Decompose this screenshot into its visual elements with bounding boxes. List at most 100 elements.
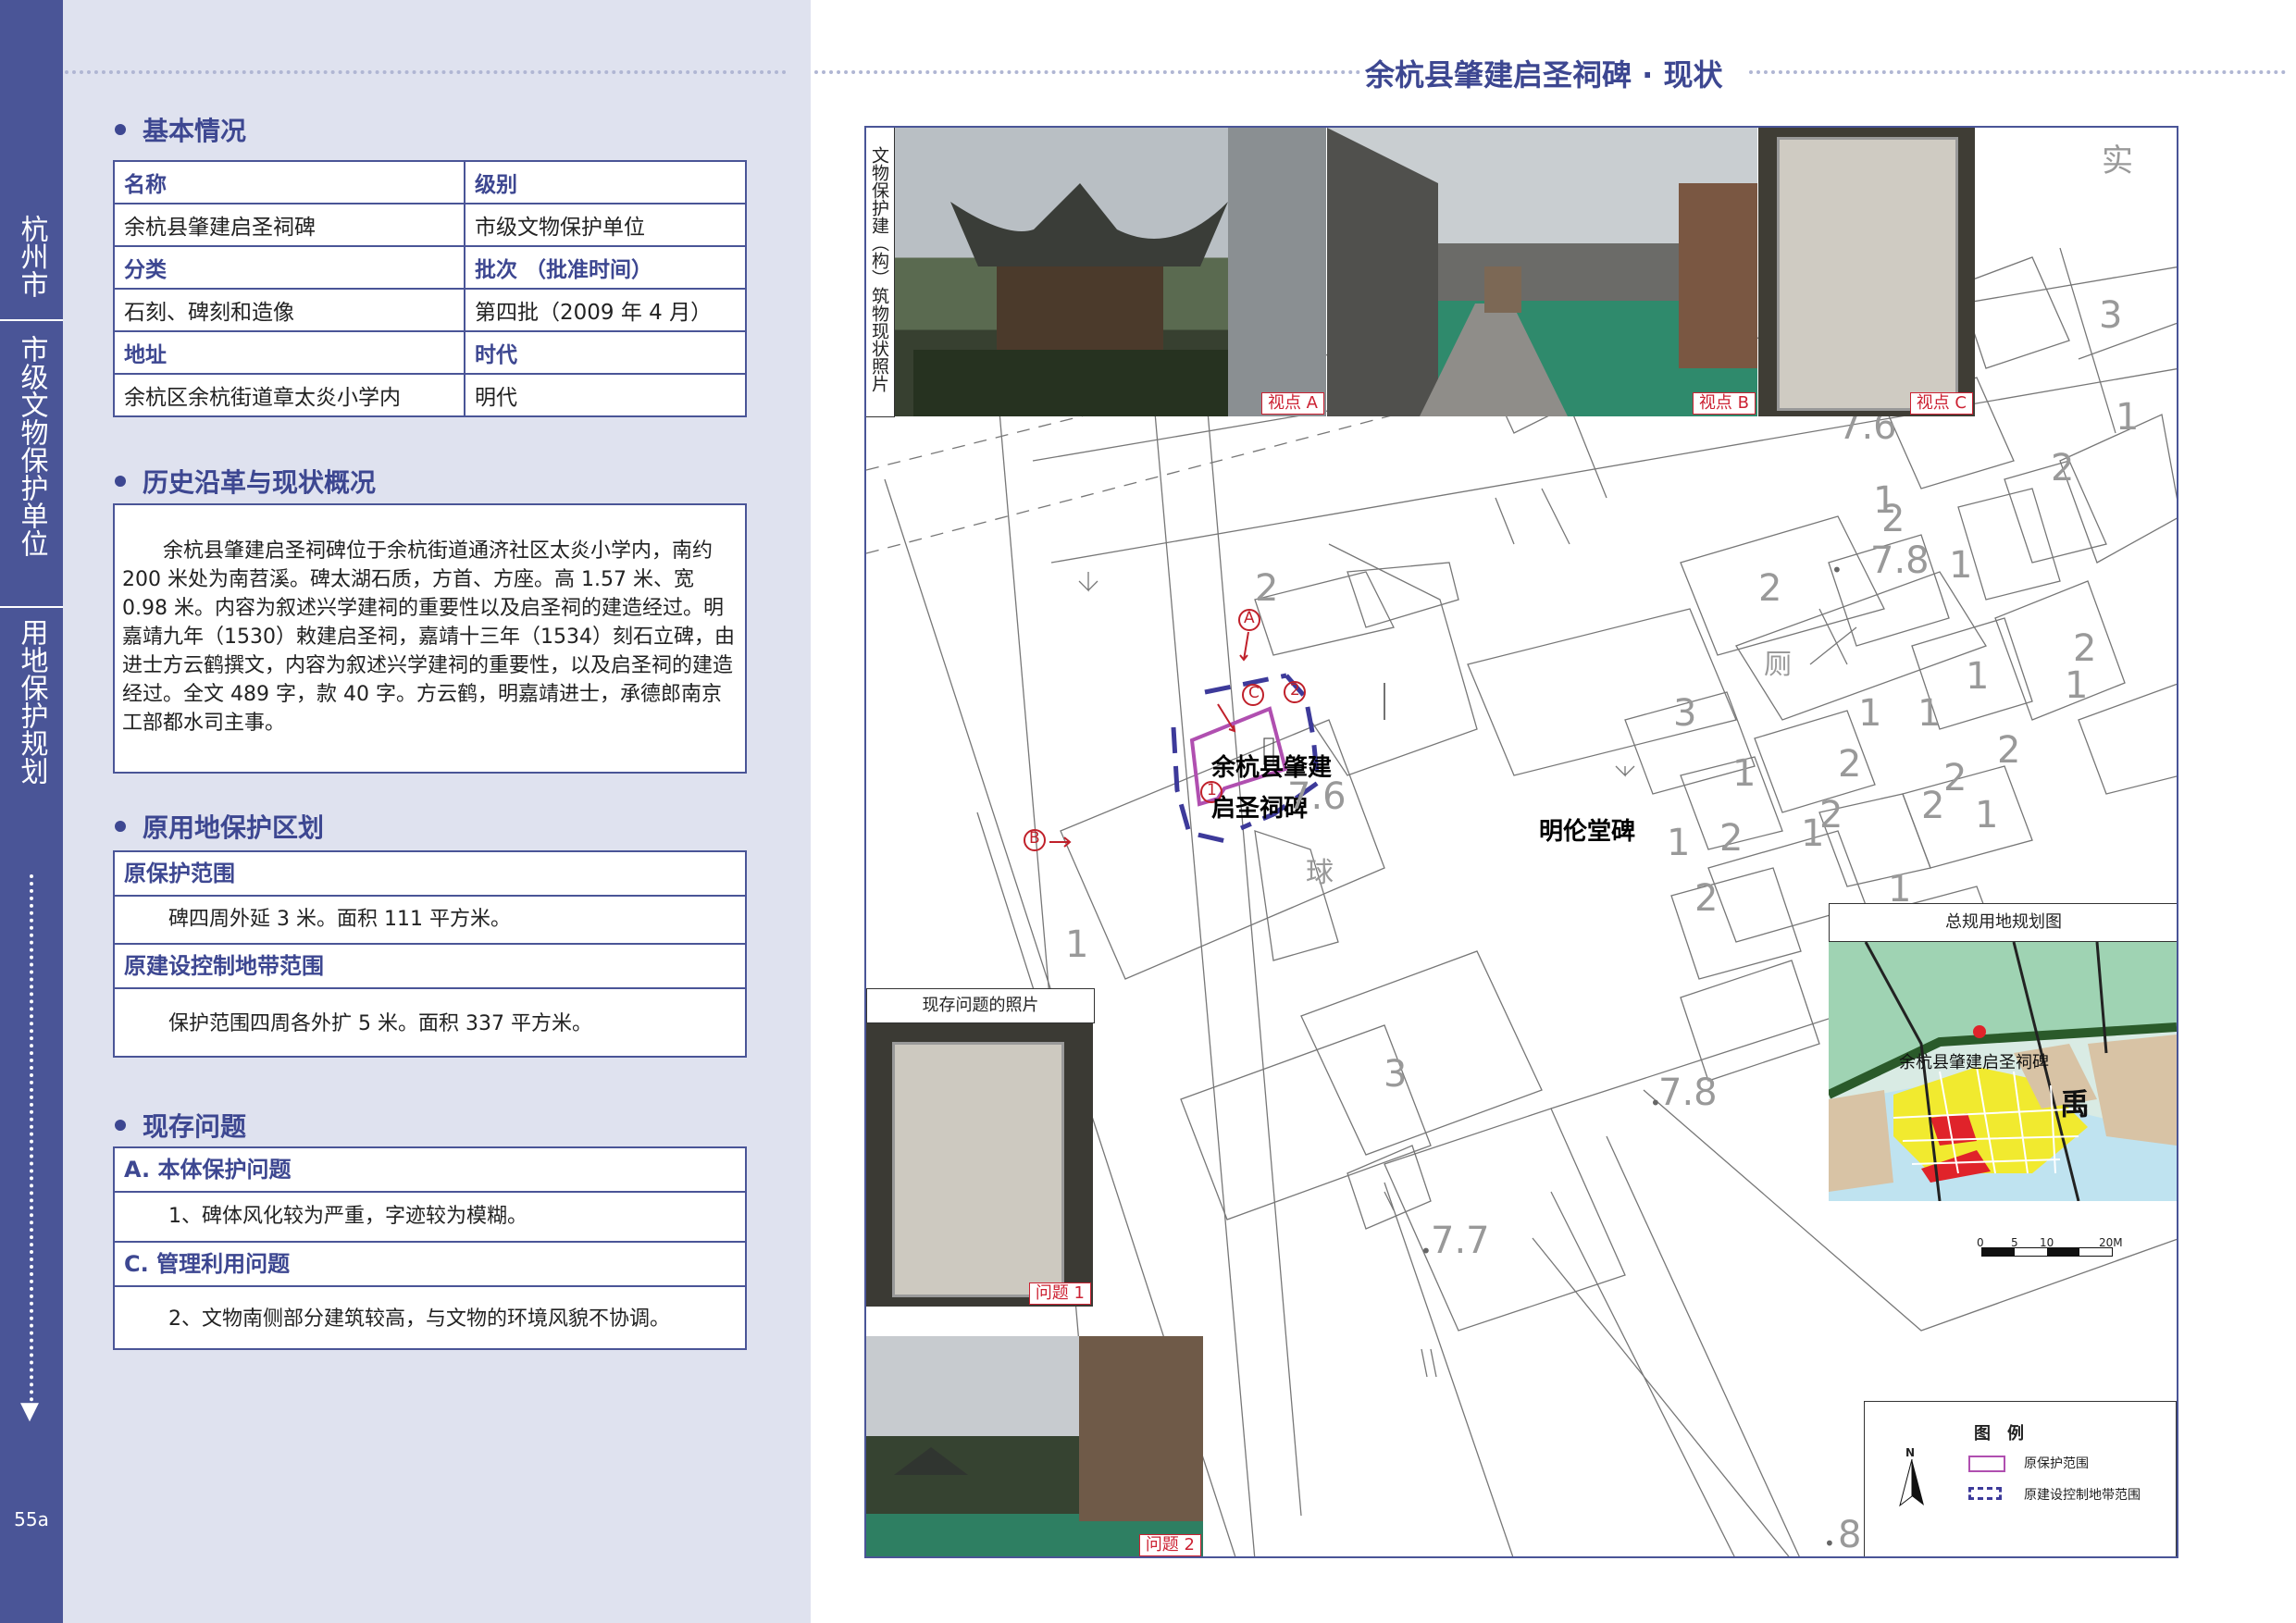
floor-count: 2 [1694,877,1719,920]
legend-protect-label: 原保护范围 [2024,1456,2089,1471]
bullet-icon [115,124,126,135]
control-zone-title: 原建设控制地带范围 [115,945,745,989]
sidebar-chapter[interactable]: 用地保护规划 [0,618,63,792]
elevation-dot: • [1421,1240,1432,1262]
table-row: 余杭县肇建启圣祠碑 市级文物保护单位 [113,203,747,247]
table-header-cell: 级别 [464,160,747,204]
table-row: 名称 级别 [113,160,747,204]
issue-a-text: 1、碑体风化较为严重，字迹较为模糊。 [115,1193,745,1243]
viewpoint-photo-a[interactable]: 视点 A [895,128,1326,416]
floor-count: 3 [2099,294,2123,337]
issue-tag-1: 问题 1 [1028,1282,1091,1305]
floor-count: 2 [1758,567,1782,610]
issue-tag-2: 问题 2 [1138,1534,1201,1556]
floor-count: 1 [2116,396,2140,439]
table-cell: 第四批（2009 年 4 月） [464,288,747,332]
floor-count: 1 [1873,479,1897,522]
stele-photo-drawing [892,1042,1064,1297]
table-row: 地址 时代 [113,330,747,375]
schoolyard-photo-drawing [1327,128,1757,416]
table-cell: 市级文物保护单位 [464,203,747,247]
bullet-icon [115,1120,126,1131]
stele-photo-drawing [1777,137,1958,411]
viewpoint-photo-c[interactable]: 视点 C [1758,128,1975,416]
elevation-label: 7.8 [1658,1072,1718,1114]
viewpoint-tag-c: 视点 C [1909,392,1973,415]
elevation-label: 8 [1838,1514,1862,1556]
photo-strip-label: 文物保护建（构）筑物现状照片 [866,128,895,417]
table-header-cell: 批次 （批准时间） [464,245,747,290]
floor-count: 2 [1255,567,1279,610]
sidebar-divider [0,319,63,321]
ball-field-label: 球 [1306,857,1334,889]
scale-label: 0 [1977,1236,1984,1249]
viewpoint-marker-c: C [1248,684,1260,702]
sidebar-strip: 杭州市 市级文物保护单位 用地保护规划 ▼ 55a [0,0,63,1623]
relic-marker-2: 2 [1290,681,1300,700]
section-heading-history: 历史沿革与现状概况 [115,463,376,500]
sidebar-category: 市级文物保护单位 [15,335,48,557]
elevation-label: 7.8 [1870,539,1930,582]
table-header-cell: 名称 [113,160,465,204]
floor-count: 1 [2065,664,2089,707]
sidebar-dotted-line [30,874,37,1402]
dotted-divider [65,70,787,74]
protect-range-text: 碑四周外延 3 米。面积 111 平方米。 [115,897,745,945]
basic-info-table: 名称 级别 余杭县肇建启圣祠碑 市级文物保护单位 分类 批次 （批准时间） 石刻、碑刻… [113,160,747,417]
floor-count: 2 [2051,447,2075,489]
floor-count: 2 [1838,743,1862,786]
issue-a-title: A. 本体保护问题 [115,1148,745,1193]
table-cell: 石刻、碑刻和造像 [113,288,465,332]
section-heading-basic: 基本情况 [115,111,246,148]
section-heading-issues: 现存问题 [115,1107,246,1144]
north-arrow-icon [1899,1459,1924,1507]
viewpoint-photo-b[interactable]: 视点 B [1327,128,1757,416]
scale-label: 5 [2011,1236,2018,1249]
table-header-cell: 分类 [113,245,465,290]
issue-c-text: 2、文物南侧部分建筑较高，与文物的环境风貌不协调。 [168,1307,670,1331]
bullet-icon [115,476,126,487]
north-label: N [1905,1446,1916,1459]
elevation-label: 7.6 [1287,775,1347,818]
legend-control-swatch [1968,1487,2002,1500]
pavilion-photo-drawing [913,128,1326,416]
scale-label: 10 [2040,1236,2054,1249]
scale-label: 20M [2099,1236,2123,1249]
control-zone-text: 保护范围四周各外扩 5 米。面积 337 平方米。 [168,1012,592,1035]
viewpoint-tag-a: 视点 A [1260,392,1324,415]
page-title: 余杭县肇建启圣祠碑 · 现状 [1365,57,1723,93]
legend-box: 图 例 N 原保护范围 原建设控制地带范围 [1864,1401,2177,1556]
protect-range-title: 原保护范围 [115,852,745,897]
table-header-cell: 时代 [464,330,747,375]
toilet-label: 厕 [1764,649,1792,681]
viewpoint-marker-a: A [1244,609,1255,627]
issue-photo-2[interactable]: 问题 2 [866,1336,1203,1556]
viewpoint-marker-b: B [1029,829,1040,848]
floor-count: 1 [1801,812,1825,855]
issue-photo-1[interactable]: 问题 1 [866,1023,1093,1307]
inset-relic-label: 余杭县肇建启圣祠碑 [1899,1053,2049,1072]
table-cell: 余杭县肇建启圣祠碑 [113,203,465,247]
inset-plan-title: 总规用地规划图 [1829,903,2177,942]
floor-count: 1 [1858,692,1882,735]
chevron-down-icon: ▼ [20,1397,39,1425]
site-plan-frame: C B A 1 2 余杭县肇建 启圣祠碑 明伦堂碑 球 厕 实 7.6 7.8 … [864,126,2178,1558]
floor-count: 2 [1997,729,2021,772]
table-header-cell: 地址 [113,330,465,375]
floor-count: 1 [1065,923,1089,966]
landplan-box: 原保护范围 碑四周外延 3 米。面积 111 平方米。 原建设控制地带范围 保护… [113,850,747,1058]
elevation-dot: • [1824,1532,1835,1555]
map-corner-label: 实 [2102,142,2133,180]
floor-count: 1 [1667,822,1691,864]
history-text: 余杭县肇建启圣祠碑位于余杭街道通济社区太炎小学内，南约 200 米处为南苕溪。碑… [122,539,735,735]
floor-count: 1 [1917,692,1942,735]
table-cell: 余杭区余杭街道章太炎小学内 [113,373,465,417]
floor-count: 1 [1966,655,1990,698]
sidebar-divider [0,606,63,608]
legend-protect-swatch [1968,1456,2005,1472]
table-row: 余杭区余杭街道章太炎小学内 明代 [113,373,747,417]
floor-count: 3 [1673,692,1697,735]
legend-control-label: 原建设控制地带范围 [2024,1488,2141,1503]
inset-place-label: 禹 [2060,1086,2091,1121]
inset-plan-map[interactable]: 余杭县肇建启圣祠碑 禹 航 直 [1829,942,2177,1201]
